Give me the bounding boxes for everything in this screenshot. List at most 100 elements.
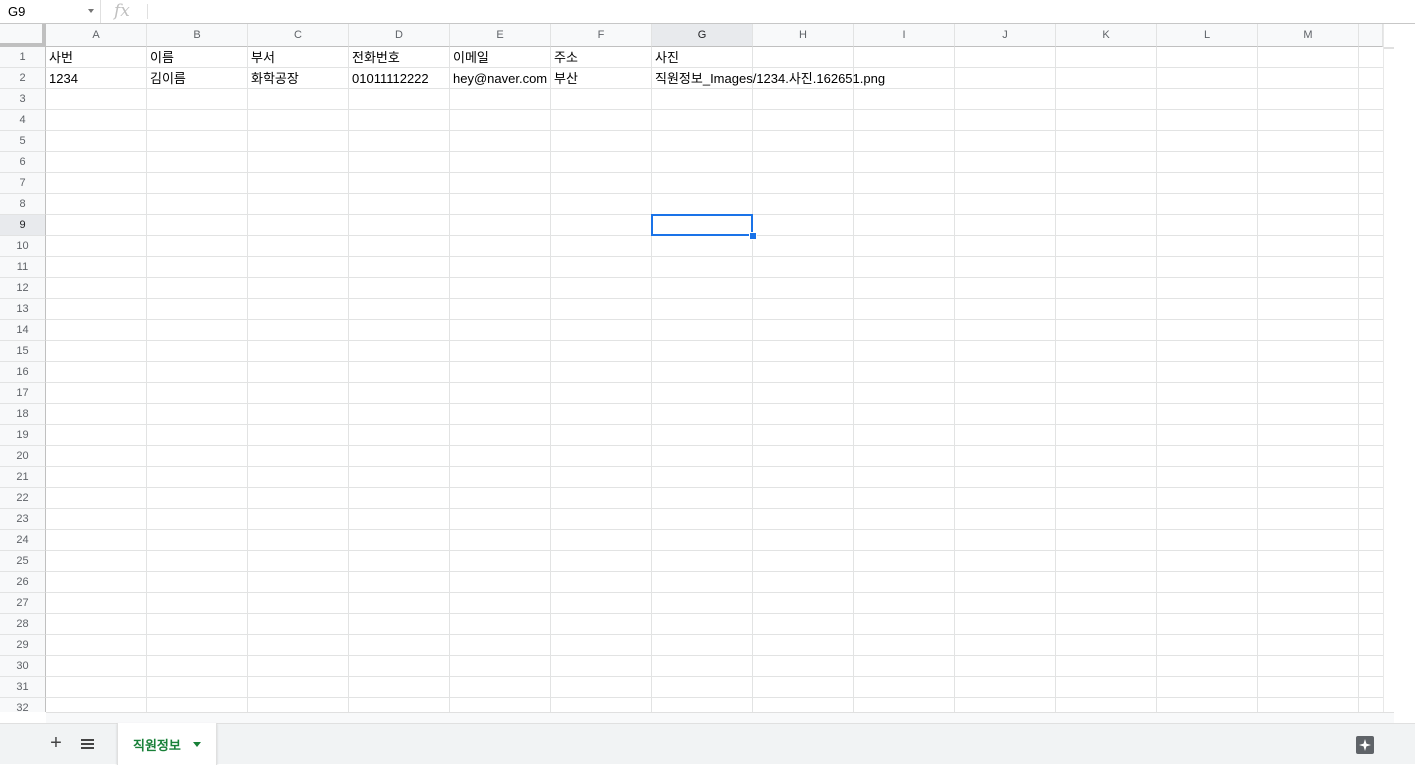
grid-hline	[46, 487, 1383, 488]
column-header-h[interactable]: H	[753, 24, 854, 47]
column-header-filler	[1359, 24, 1383, 47]
cell-f1[interactable]: 주소	[551, 47, 578, 68]
row-header-19[interactable]: 19	[0, 425, 46, 446]
row-header-12[interactable]: 12	[0, 278, 46, 299]
grid-hline	[46, 424, 1383, 425]
grid-hline	[46, 151, 1383, 152]
grid-hline	[46, 697, 1383, 698]
column-header-c[interactable]: C	[248, 24, 349, 47]
cell-e2[interactable]: hey@naver.com	[450, 68, 547, 89]
fx-icon: fx	[114, 1, 130, 21]
row-header-25[interactable]: 25	[0, 551, 46, 572]
column-header-l[interactable]: L	[1157, 24, 1258, 47]
grid-hline	[46, 508, 1383, 509]
row-header-7[interactable]: 7	[0, 173, 46, 194]
grid-hline	[46, 634, 1383, 635]
cell-c1[interactable]: 부서	[248, 47, 275, 68]
cell-a2[interactable]: 1234	[46, 68, 78, 89]
cell-b2[interactable]: 김이름	[147, 68, 186, 89]
grid-hline	[46, 256, 1383, 257]
column-header-g[interactable]: G	[652, 24, 753, 47]
row-header-11[interactable]: 11	[0, 257, 46, 278]
column-header-j[interactable]: J	[955, 24, 1056, 47]
column-header-k[interactable]: K	[1056, 24, 1157, 47]
column-header-d[interactable]: D	[349, 24, 450, 47]
row-header-26[interactable]: 26	[0, 572, 46, 593]
row-header-18[interactable]: 18	[0, 404, 46, 425]
vertical-scrollbar[interactable]	[1383, 24, 1415, 712]
row-header-14[interactable]: 14	[0, 320, 46, 341]
grid-hline	[46, 466, 1383, 467]
row-header-20[interactable]: 20	[0, 446, 46, 467]
add-sheet-button[interactable]: +	[44, 732, 68, 756]
fill-handle[interactable]	[749, 232, 757, 240]
sheet-tab[interactable]: 직원정보	[117, 723, 217, 765]
menu-icon-line	[81, 743, 94, 745]
row-header-15[interactable]: 15	[0, 341, 46, 362]
row-header-27[interactable]: 27	[0, 593, 46, 614]
cell-a1[interactable]: 사번	[46, 47, 73, 68]
name-box[interactable]: G9	[0, 0, 101, 23]
row-header-1[interactable]: 1	[0, 47, 46, 68]
column-header-b[interactable]: B	[147, 24, 248, 47]
row-header-23[interactable]: 23	[0, 509, 46, 530]
row-header-29[interactable]: 29	[0, 635, 46, 656]
row-header-32[interactable]: 32	[0, 698, 46, 712]
row-header-4[interactable]: 4	[0, 110, 46, 131]
scrollbar-marker	[1384, 47, 1394, 49]
row-header-3[interactable]: 3	[0, 89, 46, 110]
chevron-down-icon[interactable]	[193, 742, 201, 747]
row-header-6[interactable]: 6	[0, 152, 46, 173]
row-header-31[interactable]: 31	[0, 677, 46, 698]
row-header-9[interactable]: 9	[0, 215, 46, 236]
grid-hline	[46, 130, 1383, 131]
name-box-value: G9	[8, 4, 26, 19]
column-header-e[interactable]: E	[450, 24, 551, 47]
grid-hline	[46, 340, 1383, 341]
grid-hline	[46, 382, 1383, 383]
cell-d2[interactable]: 01011112222	[349, 68, 429, 89]
explore-button[interactable]	[1356, 736, 1374, 754]
select-all-corner[interactable]	[0, 24, 46, 47]
cell-e1[interactable]: 이메일	[450, 47, 489, 68]
name-box-dropdown-icon[interactable]	[88, 9, 94, 13]
grid-hline	[46, 193, 1383, 194]
formula-bar: G9 fx	[0, 0, 1415, 24]
all-sheets-button[interactable]	[76, 732, 100, 756]
column-header-m[interactable]: M	[1258, 24, 1359, 47]
column-header-a[interactable]: A	[46, 24, 147, 47]
row-header-5[interactable]: 5	[0, 131, 46, 152]
selected-cell-outline[interactable]	[651, 214, 753, 236]
spreadsheet-grid[interactable]: ABCDEFGHIJKLM 1 2 3 4 5 6 7 8 9 10 11 12 13 14 15 16 17 1…	[0, 24, 1383, 712]
horizontal-scrollbar[interactable]	[46, 712, 1394, 723]
row-header-30[interactable]: 30	[0, 656, 46, 677]
cell-b1[interactable]: 이름	[147, 47, 174, 68]
row-header-8[interactable]: 8	[0, 194, 46, 215]
column-header-i[interactable]: I	[854, 24, 955, 47]
row-header-13[interactable]: 13	[0, 299, 46, 320]
cell-g1[interactable]: 사진	[652, 47, 679, 68]
grid-hline	[46, 655, 1383, 656]
menu-icon-line	[81, 747, 94, 749]
row-header-28[interactable]: 28	[0, 614, 46, 635]
grid-hline	[46, 550, 1383, 551]
cell-f2[interactable]: 부산	[551, 68, 578, 89]
cell-c2[interactable]: 화학공장	[248, 68, 299, 89]
row-header-16[interactable]: 16	[0, 362, 46, 383]
grid-hline	[46, 445, 1383, 446]
grid-hline	[46, 676, 1383, 677]
row-header-17[interactable]: 17	[0, 383, 46, 404]
explore-sparkle-icon	[1359, 739, 1371, 751]
cell-d1[interactable]: 전화번호	[349, 47, 400, 68]
row-header-24[interactable]: 24	[0, 530, 46, 551]
grid-hline	[46, 403, 1383, 404]
row-header-21[interactable]: 21	[0, 467, 46, 488]
menu-icon	[81, 739, 94, 741]
cell-g2[interactable]: 직원정보_Images/1234.사진.162651.png	[652, 68, 885, 89]
plus-icon: +	[50, 732, 62, 754]
formula-input[interactable]	[156, 4, 1396, 20]
row-header-22[interactable]: 22	[0, 488, 46, 509]
column-header-f[interactable]: F	[551, 24, 652, 47]
row-header-10[interactable]: 10	[0, 236, 46, 257]
row-header-2[interactable]: 2	[0, 68, 46, 89]
